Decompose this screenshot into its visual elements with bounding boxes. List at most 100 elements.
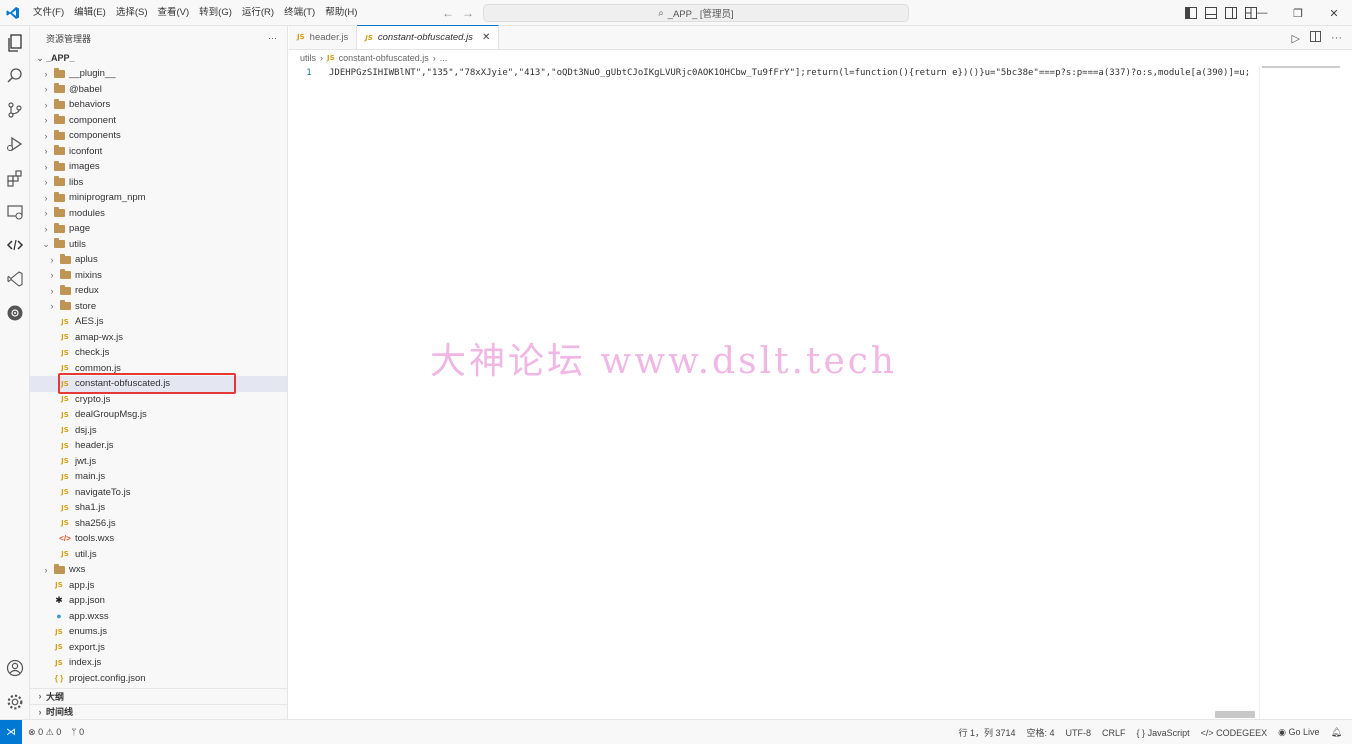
tree-folder[interactable]: › modules: [30, 206, 287, 222]
more-actions-icon[interactable]: ···: [1331, 32, 1342, 44]
folder-icon: [53, 67, 65, 78]
tree-folder[interactable]: › redux: [30, 283, 287, 299]
close-window-icon[interactable]: ✕: [1316, 0, 1352, 26]
toggle-primary-sidebar-icon[interactable]: [1183, 5, 1199, 21]
horizontal-scrollbar[interactable]: [1215, 711, 1255, 718]
tree-folder[interactable]: › mixins: [30, 268, 287, 284]
tree-file[interactable]: JS amap-wx.js: [30, 330, 287, 346]
tree-file[interactable]: JS sha1.js: [30, 500, 287, 516]
codegeex-status[interactable]: </> CODEGEEX: [1201, 728, 1268, 738]
tree-folder[interactable]: › miniprogram_npm: [30, 190, 287, 206]
code-icon[interactable]: [5, 235, 25, 255]
tree-file[interactable]: JS export.js: [30, 640, 287, 656]
visual-studio-icon[interactable]: [5, 269, 25, 289]
extensions-icon[interactable]: [5, 168, 25, 188]
tree-folder[interactable]: › page: [30, 221, 287, 237]
tree-file[interactable]: JS AES.js: [30, 314, 287, 330]
tree-file[interactable]: JS constant-obfuscated.js: [30, 373, 287, 394]
tree-file[interactable]: ● app.wxss: [30, 609, 287, 625]
cursor-position[interactable]: 行 1，列 3714: [958, 726, 1015, 739]
back-arrow-icon[interactable]: ←: [442, 6, 454, 20]
encoding[interactable]: UTF-8: [1066, 728, 1092, 738]
tree-folder[interactable]: › aplus: [30, 252, 287, 268]
tree-folder[interactable]: › store: [30, 299, 287, 315]
tree-folder[interactable]: › @babel: [30, 82, 287, 98]
tree-folder[interactable]: › __plugin__: [30, 66, 287, 82]
timeline-section[interactable]: › 时间线: [30, 703, 287, 720]
breadcrumb-file[interactable]: constant-obfuscated.js: [339, 53, 429, 63]
forward-arrow-icon[interactable]: →: [462, 6, 474, 20]
language-mode[interactable]: { } JavaScript: [1137, 728, 1190, 738]
menu-item[interactable]: 查看(V): [152, 0, 194, 26]
tree-folder[interactable]: ⌄ utils: [30, 237, 287, 253]
menu-bar: 文件(F) 编辑(E) 选择(S) 查看(V) 转到(G) 运行(R) 终端(T) 帮助(H): [28, 0, 362, 26]
tree-folder[interactable]: › libs: [30, 175, 287, 191]
menu-item[interactable]: 终端(T): [279, 0, 320, 26]
tab-constant-obfuscated-js[interactable]: JS constant-obfuscated.js ✕: [357, 25, 500, 49]
accounts-icon[interactable]: [5, 658, 25, 678]
toggle-panel-icon[interactable]: [1203, 5, 1219, 21]
workspace-root[interactable]: ⌄ _APP_: [30, 50, 287, 66]
tree-file[interactable]: JS jwt.js: [30, 454, 287, 470]
tree-file[interactable]: JS enums.js: [30, 624, 287, 640]
remote-explorer-icon[interactable]: [5, 202, 25, 222]
tree-file[interactable]: JS dealGroupMsg.js: [30, 407, 287, 423]
tree-file[interactable]: JS dsj.js: [30, 423, 287, 439]
tree-file[interactable]: JS util.js: [30, 547, 287, 563]
more-actions-icon[interactable]: ···: [268, 33, 277, 43]
tree-file[interactable]: JS check.js: [30, 345, 287, 361]
remote-indicator-icon[interactable]: ⋊: [0, 719, 22, 744]
close-tab-icon[interactable]: ✕: [482, 32, 490, 43]
go-live-button[interactable]: ◉ Go Live: [1278, 727, 1319, 738]
minimize-icon[interactable]: —: [1244, 0, 1280, 26]
menu-item[interactable]: 编辑(E): [69, 0, 111, 26]
problems-indicator[interactable]: ⊗ 0 ⚠ 0: [28, 727, 61, 738]
tree-file[interactable]: JS header.js: [30, 438, 287, 454]
breadcrumb-symbol[interactable]: ...: [440, 53, 448, 63]
tree-file[interactable]: JS crypto.js: [30, 392, 287, 408]
notifications-bell-icon[interactable]: 🔔︎: [1331, 727, 1342, 738]
tree-file[interactable]: JS app.js: [30, 578, 287, 594]
tree-file[interactable]: JS main.js: [30, 469, 287, 485]
code-line[interactable]: 1 JDEHPGzSIHIWBlNT","135","78xXJyie","41…: [289, 66, 1259, 80]
end-of-line[interactable]: CRLF: [1102, 728, 1126, 738]
search-view-icon[interactable]: [5, 66, 25, 86]
restore-icon[interactable]: ❐: [1280, 0, 1316, 26]
breadcrumb-folder[interactable]: utils: [300, 53, 316, 63]
tree-file[interactable]: JS sha256.js: [30, 516, 287, 532]
tab-header-js[interactable]: JS header.js: [289, 25, 358, 49]
outline-label: 大纲: [46, 691, 65, 702]
tree-folder[interactable]: › behaviors: [30, 97, 287, 113]
tree-folder[interactable]: › wxs: [30, 562, 287, 578]
code-text[interactable]: JDEHPGzSIHIWBlNT","135","78xXJyie","413"…: [329, 68, 1250, 78]
run-file-icon[interactable]: ▷: [1292, 32, 1300, 45]
settings-gear-icon[interactable]: [5, 692, 25, 712]
tree-file[interactable]: JS index.js: [30, 655, 287, 671]
menu-item[interactable]: 帮助(H): [320, 0, 362, 26]
outline-section[interactable]: › 大纲: [30, 688, 287, 704]
tree-file[interactable]: { } project.config.json: [30, 671, 287, 687]
ports-indicator[interactable]: ᛘ 0: [71, 727, 84, 737]
tree-file[interactable]: </> tools.wxs: [30, 531, 287, 547]
tree-folder[interactable]: › component: [30, 113, 287, 129]
tree-item-label: __plugin__: [69, 68, 116, 80]
menu-item[interactable]: 运行(R): [237, 0, 279, 26]
indentation[interactable]: 空格: 4: [1027, 726, 1055, 739]
source-control-icon[interactable]: [5, 100, 25, 120]
tree-folder[interactable]: › images: [30, 159, 287, 175]
minimap[interactable]: [1259, 66, 1340, 721]
menu-item[interactable]: 文件(F): [28, 0, 69, 26]
explorer-icon[interactable]: [5, 33, 25, 53]
codegeex-icon[interactable]: [5, 303, 25, 323]
split-editor-icon[interactable]: [1310, 31, 1321, 45]
tree-file[interactable]: JS navigateTo.js: [30, 485, 287, 501]
tree-file[interactable]: JS common.js: [30, 361, 287, 377]
tree-folder[interactable]: › components: [30, 128, 287, 144]
command-center-search[interactable]: ⌕ _APP_ [管理员]: [483, 4, 909, 22]
menu-item[interactable]: 选择(S): [111, 0, 153, 26]
toggle-secondary-sidebar-icon[interactable]: [1223, 5, 1239, 21]
tree-file[interactable]: ✱ app.json: [30, 593, 287, 609]
tree-folder[interactable]: › iconfont: [30, 144, 287, 160]
menu-item[interactable]: 转到(G): [194, 0, 237, 26]
run-debug-icon[interactable]: [5, 134, 25, 154]
